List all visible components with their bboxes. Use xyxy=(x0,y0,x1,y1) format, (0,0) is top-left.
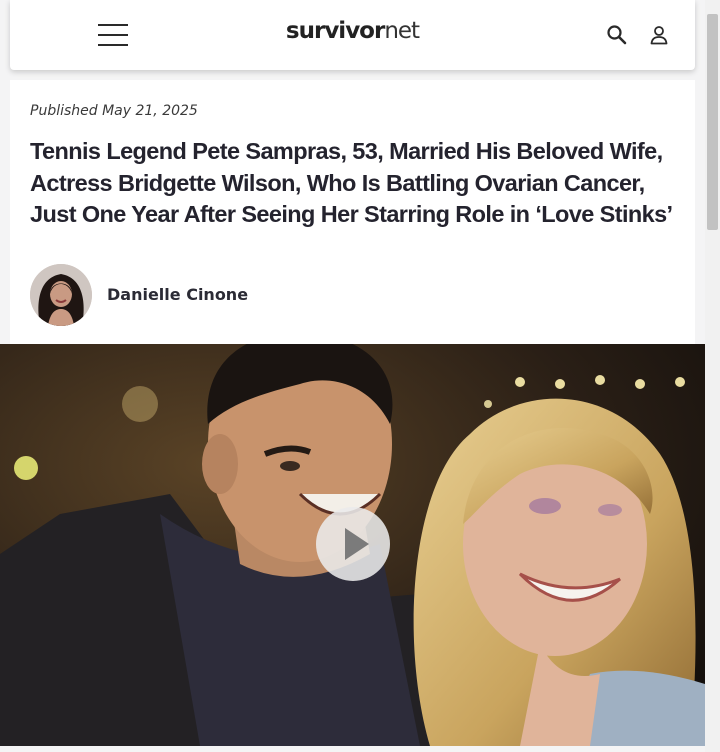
author-avatar[interactable] xyxy=(30,264,92,326)
site-header: survivornet xyxy=(10,0,695,70)
hero-video-image[interactable] xyxy=(0,344,705,746)
logo-text-net: net xyxy=(384,18,420,44)
user-icon[interactable] xyxy=(648,24,670,46)
site-logo[interactable]: survivornet xyxy=(10,18,695,44)
page-bottom-edge xyxy=(0,746,705,752)
play-icon[interactable] xyxy=(316,507,390,581)
scrollbar-thumb[interactable] xyxy=(707,14,718,230)
search-icon[interactable] xyxy=(606,24,628,46)
article-headline: Tennis Legend Pete Sampras, 53, Married … xyxy=(30,138,673,227)
published-date: Published May 21, 2025 xyxy=(30,103,198,119)
article-header-card: Published May 21, 2025 Tennis Legend Pet… xyxy=(10,80,695,344)
logo-text-survivor: survivor xyxy=(285,18,385,44)
author-name-link[interactable]: Danielle Cinone xyxy=(107,285,248,304)
